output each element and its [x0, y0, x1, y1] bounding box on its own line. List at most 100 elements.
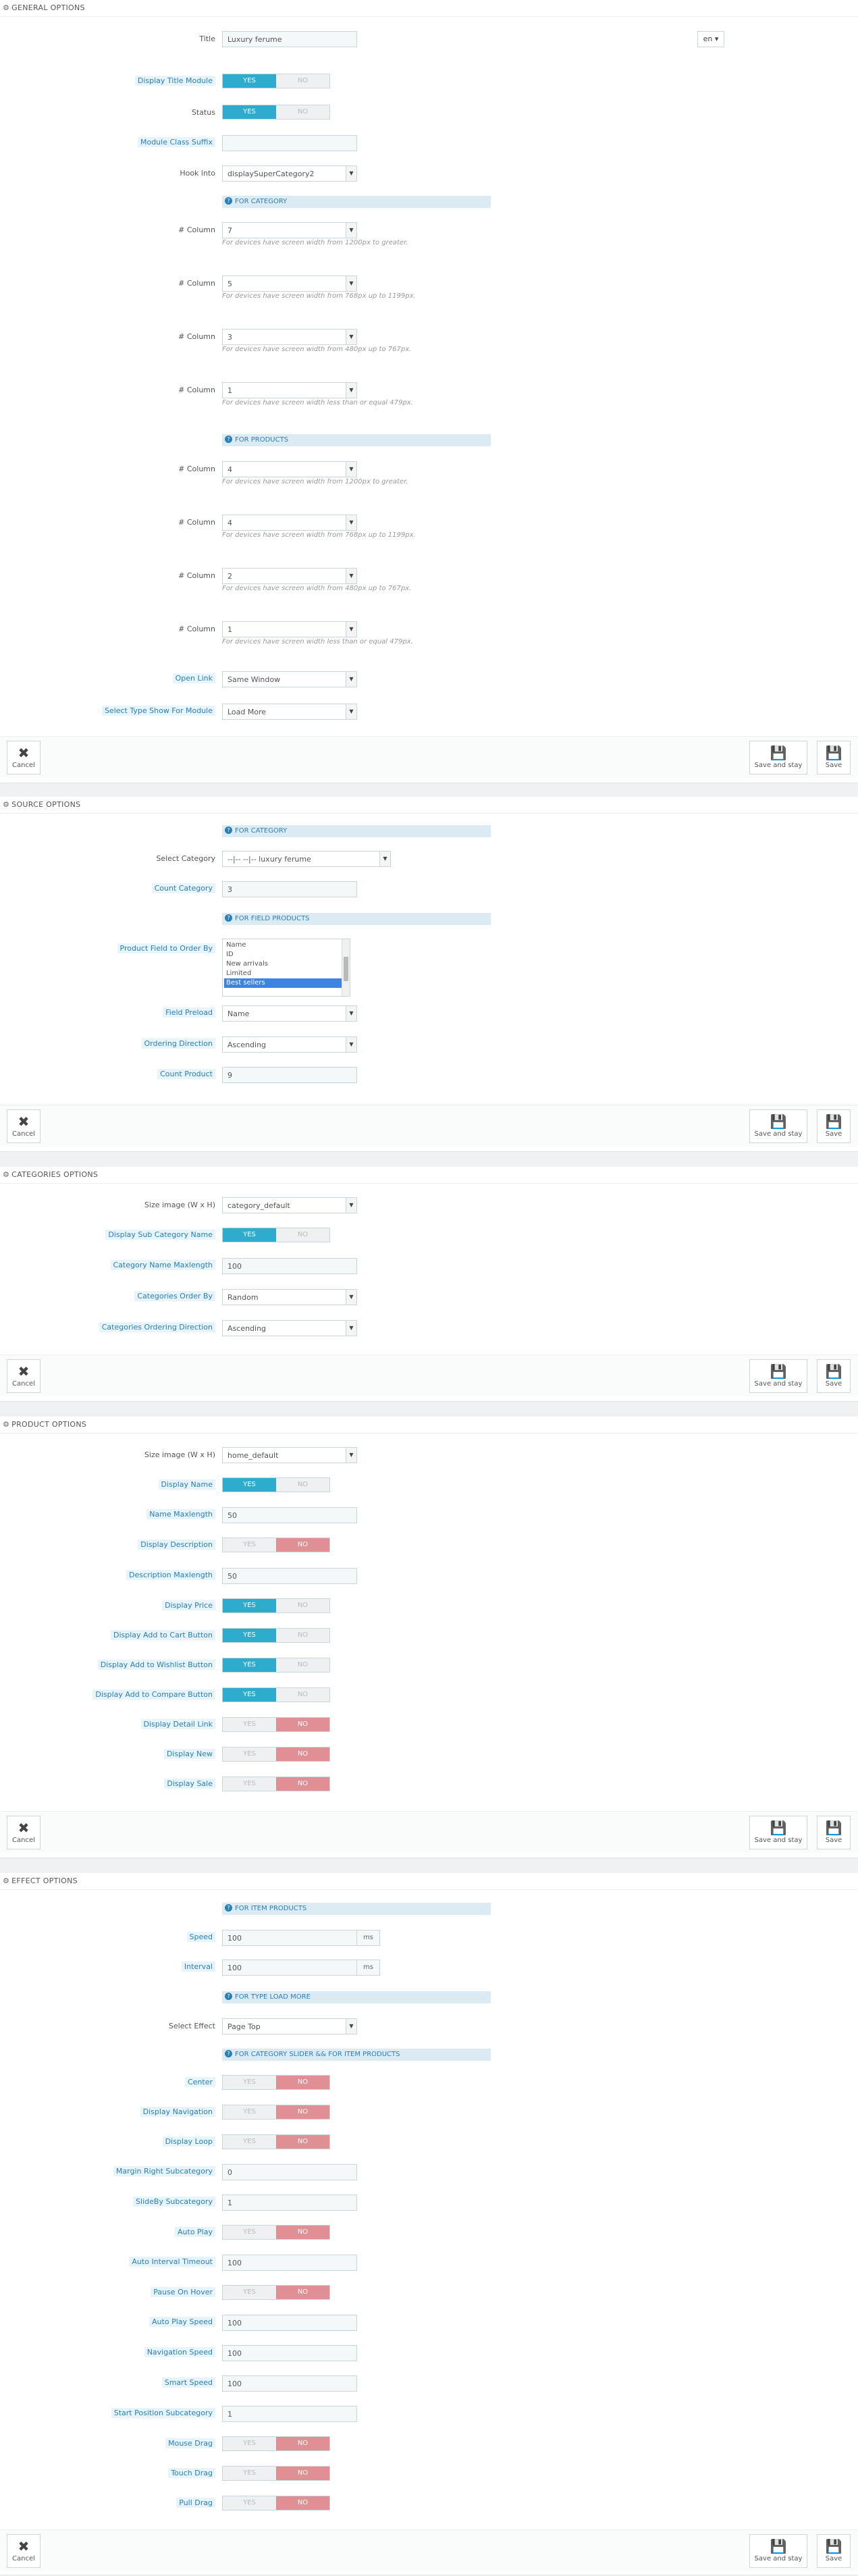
open-link-select[interactable]: Same Window ▼ — [222, 671, 357, 687]
touch-drag-switch[interactable]: YES NO — [222, 2466, 330, 2481]
source-for-category-subhead: ? FOR CATEGORY — [222, 825, 491, 837]
pull-drag-label: Pull Drag — [176, 2498, 215, 2508]
cat-size-select[interactable]: category_default ▼ — [222, 1197, 357, 1213]
display-new-switch[interactable]: YES NO — [222, 1747, 330, 1762]
save-and-stay-button[interactable]: 💾 Save and stay — [749, 1816, 807, 1849]
margin-input[interactable] — [222, 2164, 357, 2180]
autoplay-switch[interactable]: YES NO — [222, 2225, 330, 2240]
type-show-label: Select Type Show For Module — [101, 706, 215, 716]
prod-size-select[interactable]: home_default ▼ — [222, 1447, 357, 1463]
close-icon: ✖ — [18, 1113, 30, 1130]
cat-column-select-3[interactable]: 3 ▼ — [222, 329, 357, 345]
row-desc-max: Description Maxlength — [0, 1566, 858, 1586]
display-sale-switch[interactable]: YES NO — [222, 1777, 330, 1791]
desc-max-input[interactable] — [222, 1568, 357, 1584]
save-button[interactable]: 💾 Save — [817, 1816, 851, 1849]
add-wishlist-switch[interactable]: YES NO — [222, 1658, 330, 1673]
save-and-stay-button[interactable]: 💾 Save and stay — [749, 2534, 807, 2568]
cancel-button[interactable]: ✖ Cancel — [7, 1359, 41, 1393]
prod-column-select-1[interactable]: 4 ▼ — [222, 461, 357, 477]
center-switch[interactable]: YES NO — [222, 2075, 330, 2090]
row-cat-col-3: # Column 3 ▼ For devices have screen widt… — [0, 327, 858, 367]
pause-switch[interactable]: YES NO — [222, 2285, 330, 2300]
floppy-icon: 💾 — [825, 2538, 842, 2554]
cat-order-select[interactable]: Random ▼ — [222, 1289, 357, 1305]
preload-select[interactable]: Name ▼ — [222, 1005, 357, 1022]
cat-column-select-2[interactable]: 5 ▼ — [222, 275, 357, 292]
row-cat-order: Categories Order By Random ▼ — [0, 1287, 858, 1307]
select-category-select[interactable]: --|-- --|-- luxury ferume ▼ — [222, 851, 391, 867]
pull-drag-switch[interactable]: YES NO — [222, 2496, 330, 2511]
floppy-icon: 💾 — [770, 2538, 787, 2554]
title-input[interactable] — [222, 31, 357, 47]
cat-column-select-4[interactable]: 1 ▼ — [222, 382, 357, 398]
mouse-drag-switch[interactable]: YES NO — [222, 2436, 330, 2451]
cancel-button[interactable]: ✖ Cancel — [7, 1816, 41, 1849]
prod-column-select-3[interactable]: 2 ▼ — [222, 568, 357, 584]
close-icon: ✖ — [18, 1820, 30, 1836]
add-cart-switch[interactable]: YES NO — [222, 1628, 330, 1643]
list-item[interactable]: Limited — [224, 969, 348, 978]
count-product-input[interactable] — [222, 1067, 357, 1083]
language-dropdown[interactable]: en ▾ — [697, 31, 724, 47]
add-compare-switch[interactable]: YES NO — [222, 1687, 330, 1702]
speed-input[interactable] — [222, 1930, 357, 1946]
effect-options-panel: ⚙ EFFECT OPTIONS ? FOR ITEM PRODUCTS Speed… — [0, 1873, 858, 2575]
row-autoplay-speed: Auto Play Speed — [0, 2313, 858, 2333]
count-category-input[interactable] — [222, 881, 357, 897]
save-button[interactable]: 💾 Save — [817, 2534, 851, 2568]
name-max-input[interactable] — [222, 1507, 357, 1523]
save-and-stay-button[interactable]: 💾 Save and stay — [749, 741, 807, 774]
cat-column-select-1[interactable]: 7 ▼ — [222, 222, 357, 238]
save-and-stay-button[interactable]: 💾 Save and stay — [749, 1109, 807, 1143]
interval-label: Interval — [181, 1962, 215, 1972]
type-show-select[interactable]: Load More ▼ — [222, 704, 357, 720]
floppy-icon: 💾 — [770, 1363, 787, 1379]
general-options-panel: ⚙GENERAL OPTIONS Title en ▾ Display Titl… — [0, 0, 858, 783]
cat-direction-select[interactable]: Ascending ▼ — [222, 1320, 357, 1336]
sub-name-switch[interactable]: YES NO — [222, 1228, 330, 1242]
list-item[interactable]: ID — [224, 950, 348, 960]
effect-footer: ✖ Cancel 💾 Save and stay 💾 Save — [0, 2529, 858, 2571]
row-margin: Margin Right Subcategory — [0, 2162, 858, 2182]
detail-link-switch[interactable]: YES NO — [222, 1717, 330, 1732]
suffix-input[interactable] — [222, 135, 357, 151]
cancel-button[interactable]: ✖ Cancel — [7, 2534, 41, 2568]
save-and-stay-button[interactable]: 💾 Save and stay — [749, 1359, 807, 1393]
list-item-selected[interactable]: Best sellers — [224, 978, 348, 988]
prod-column-select-2[interactable]: 4 ▼ — [222, 515, 357, 531]
row-preload: Field Preload Name ▼ — [0, 1003, 858, 1024]
chevron-down-icon: ▼ — [346, 166, 356, 181]
display-desc-switch[interactable]: YES NO — [222, 1537, 330, 1552]
list-item[interactable]: Name — [224, 941, 348, 950]
display-name-switch[interactable]: YES NO — [222, 1477, 330, 1492]
direction-select[interactable]: Ascending ▼ — [222, 1036, 357, 1053]
chevron-down-icon: ▼ — [346, 704, 356, 719]
list-item[interactable]: New arrivals — [224, 960, 348, 969]
nav-speed-input[interactable] — [222, 2345, 357, 2361]
order-by-listbox[interactable]: Name ID New arrivals Limited Best seller… — [222, 939, 350, 997]
save-button[interactable]: 💾 Save — [817, 741, 851, 774]
interval-input[interactable] — [222, 1960, 357, 1976]
prod-column-select-4[interactable]: 1 ▼ — [222, 621, 357, 637]
start-position-input[interactable] — [222, 2406, 357, 2422]
scrollbar[interactable] — [342, 939, 350, 996]
cat-maxlength-input[interactable] — [222, 1258, 357, 1274]
display-title-switch[interactable]: YES NO — [222, 74, 330, 88]
autoplay-speed-input[interactable] — [222, 2315, 357, 2331]
row-mouse-drag: Mouse Drag YES NO — [0, 2434, 858, 2454]
effect-select[interactable]: Page Top ▼ — [222, 2018, 357, 2034]
cancel-button[interactable]: ✖ Cancel — [7, 1109, 41, 1143]
smart-speed-input[interactable] — [222, 2375, 357, 2392]
loop-switch[interactable]: YES NO — [222, 2134, 330, 2149]
slideby-input[interactable] — [222, 2194, 357, 2211]
save-button[interactable]: 💾 Save — [817, 1359, 851, 1393]
auto-interval-input[interactable] — [222, 2255, 357, 2271]
display-price-switch[interactable]: YES NO — [222, 1598, 330, 1613]
save-button[interactable]: 💾 Save — [817, 1109, 851, 1143]
status-switch[interactable]: YES NO — [222, 105, 330, 120]
cancel-button[interactable]: ✖ Cancel — [7, 741, 41, 774]
hook-select[interactable]: displaySuperCategory2 ▼ — [222, 165, 357, 182]
categories-options-panel: ⚙ CATEGORIES OPTIONS Size image (W x H) c… — [0, 1167, 858, 1402]
nav-switch[interactable]: YES NO — [222, 2105, 330, 2120]
